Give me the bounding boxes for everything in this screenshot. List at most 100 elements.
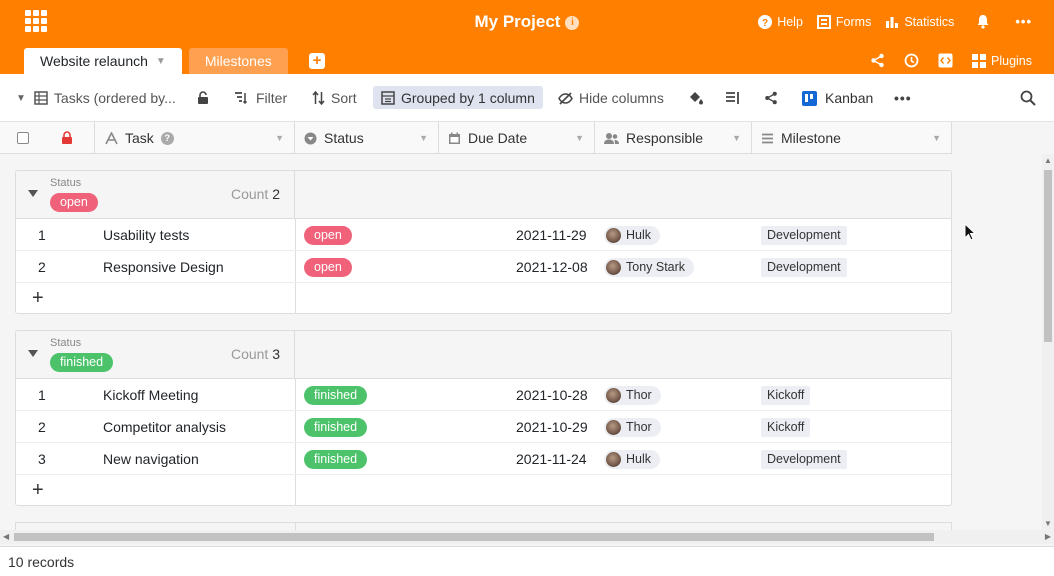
milestone-cell[interactable]: Kickoff <box>761 411 811 443</box>
row-height-button[interactable] <box>725 88 746 108</box>
avatar <box>606 227 621 243</box>
column-task[interactable]: Task ? ▼ <box>95 122 295 154</box>
table-row[interactable]: 2 Competitor analysis finished 2021-10-2… <box>16 411 951 443</box>
help-button[interactable]: ? Help <box>758 14 803 29</box>
responsible-cell[interactable]: Hulk <box>604 219 661 251</box>
task-cell[interactable]: Kickoff Meeting <box>103 379 198 411</box>
add-row[interactable]: + <box>16 283 951 313</box>
column-responsible[interactable]: Responsible ▼ <box>595 122 752 154</box>
more-options-button[interactable]: ••• <box>894 88 912 108</box>
status-badge: open <box>304 225 352 245</box>
column-milestone[interactable]: Milestone ▼ <box>752 122 952 154</box>
column-status[interactable]: Status ▼ <box>295 122 439 154</box>
history-button[interactable] <box>904 53 924 68</box>
status-cell[interactable]: open <box>304 219 352 251</box>
collapse-caret-icon[interactable] <box>28 190 38 197</box>
due-date-cell[interactable]: 2021-10-28 <box>516 379 588 411</box>
forms-button[interactable]: Forms <box>816 14 871 29</box>
responsible-cell[interactable]: Hulk <box>604 443 661 475</box>
lock-icon <box>198 91 208 104</box>
tab-milestones[interactable]: Milestones <box>188 48 288 74</box>
chevron-down-icon[interactable]: ▼ <box>156 56 166 67</box>
task-cell[interactable]: Responsive Design <box>103 251 224 283</box>
responsible-cell[interactable]: Tony Stark <box>604 251 695 283</box>
horizontal-scrollbar[interactable]: ◀ ▶ <box>0 530 1054 544</box>
statistics-icon <box>886 16 899 28</box>
view-selector[interactable]: ▼ Tasks (ordered by... <box>16 88 176 108</box>
milestone-cell[interactable]: Kickoff <box>761 379 811 411</box>
collapse-caret-icon[interactable] <box>28 350 38 357</box>
avatar <box>606 419 621 435</box>
kanban-button[interactable]: Kanban <box>802 88 873 108</box>
scroll-up-icon[interactable]: ▲ <box>1044 156 1052 165</box>
status-cell[interactable]: finished <box>304 443 368 475</box>
table-row[interactable]: 3 New navigation finished 2021-11-24 Hul… <box>16 443 951 475</box>
scroll-right-icon[interactable]: ▶ <box>1045 532 1051 541</box>
column-menu-icon[interactable]: ▼ <box>275 133 284 143</box>
status-badge: finished <box>304 417 368 437</box>
scroll-left-icon[interactable]: ◀ <box>3 532 9 541</box>
column-header: Task ? ▼ Status ▼ Due Date ▼ Responsible… <box>0 122 952 154</box>
group-button[interactable]: Grouped by 1 column <box>373 86 543 109</box>
due-date-cell[interactable]: 2021-12-08 <box>516 251 588 283</box>
share-button[interactable] <box>870 53 890 68</box>
add-table-icon[interactable]: + <box>309 53 325 69</box>
task-cell[interactable]: Usability tests <box>103 219 189 251</box>
column-menu-icon[interactable]: ▼ <box>932 133 941 143</box>
sort-button[interactable]: Sort <box>312 88 357 108</box>
plugins-button[interactable]: Plugins <box>972 53 1032 68</box>
paint-bucket-icon <box>690 92 703 105</box>
vertical-scroll-thumb[interactable] <box>1044 170 1052 342</box>
row-color-button[interactable] <box>688 88 710 108</box>
status-badge: finished <box>304 385 368 405</box>
api-button[interactable] <box>938 53 958 68</box>
caret-down-icon: ▼ <box>16 92 26 104</box>
vertical-scrollbar[interactable]: ▲ ▼ <box>1042 154 1054 530</box>
status-cell[interactable]: finished <box>304 379 368 411</box>
milestone-cell[interactable]: Development <box>761 251 847 283</box>
status-cell[interactable]: open <box>304 251 352 283</box>
search-button[interactable] <box>1020 88 1042 108</box>
task-cell[interactable]: Competitor analysis <box>103 411 226 443</box>
info-icon[interactable]: i <box>565 16 580 30</box>
row-number: 2 <box>38 259 46 275</box>
help-icon[interactable]: ? <box>160 131 174 145</box>
status-badge: open <box>304 257 352 277</box>
statistics-button[interactable]: Statistics <box>885 15 954 29</box>
due-date-cell[interactable]: 2021-10-29 <box>516 411 588 443</box>
group-finished: Status finished Count 3 1 Kickoff Meetin… <box>15 330 952 506</box>
scroll-down-icon[interactable]: ▼ <box>1044 519 1052 528</box>
tab-website-relaunch[interactable]: Website relaunch ▼ <box>24 48 182 74</box>
status-cell[interactable]: finished <box>304 411 368 443</box>
table-row[interactable]: 1 Kickoff Meeting finished 2021-10-28 Th… <box>16 379 951 411</box>
table-row[interactable]: 2 Responsive Design open 2021-12-08 Tony… <box>16 251 951 283</box>
more-button[interactable]: ••• <box>1015 14 1032 29</box>
lock-button[interactable] <box>197 88 215 108</box>
horizontal-scroll-thumb[interactable] <box>14 533 934 541</box>
responsible-cell[interactable]: Thor <box>604 411 661 443</box>
plus-icon[interactable]: + <box>32 287 44 310</box>
filter-button[interactable]: Filter <box>234 88 287 108</box>
history-icon <box>904 53 919 68</box>
responsible-cell[interactable]: Thor <box>604 379 661 411</box>
task-cell[interactable]: New navigation <box>103 443 199 475</box>
due-date-cell[interactable]: 2021-11-29 <box>516 219 587 251</box>
share-view-button[interactable] <box>764 88 784 108</box>
select-all-checkbox[interactable] <box>0 122 46 154</box>
add-row[interactable]: + <box>16 475 951 505</box>
notifications-button[interactable] <box>976 14 995 29</box>
plus-icon[interactable]: + <box>32 479 44 502</box>
column-menu-icon[interactable]: ▼ <box>732 133 741 143</box>
table-row[interactable]: 1 Usability tests open 2021-11-29 Hulk D… <box>16 219 951 251</box>
column-menu-icon[interactable]: ▼ <box>419 133 428 143</box>
text-type-icon <box>105 131 118 144</box>
column-due-date[interactable]: Due Date ▼ <box>439 122 595 154</box>
row-number: 1 <box>38 227 46 243</box>
hide-columns-button[interactable]: Hide columns <box>558 88 664 108</box>
milestone-cell[interactable]: Development <box>761 219 847 251</box>
milestone-cell[interactable]: Development <box>761 443 847 475</box>
column-menu-icon[interactable]: ▼ <box>575 133 584 143</box>
due-date-cell[interactable]: 2021-11-24 <box>516 443 587 475</box>
status-bar: 10 records <box>0 546 1054 576</box>
plugins-icon <box>972 53 986 68</box>
